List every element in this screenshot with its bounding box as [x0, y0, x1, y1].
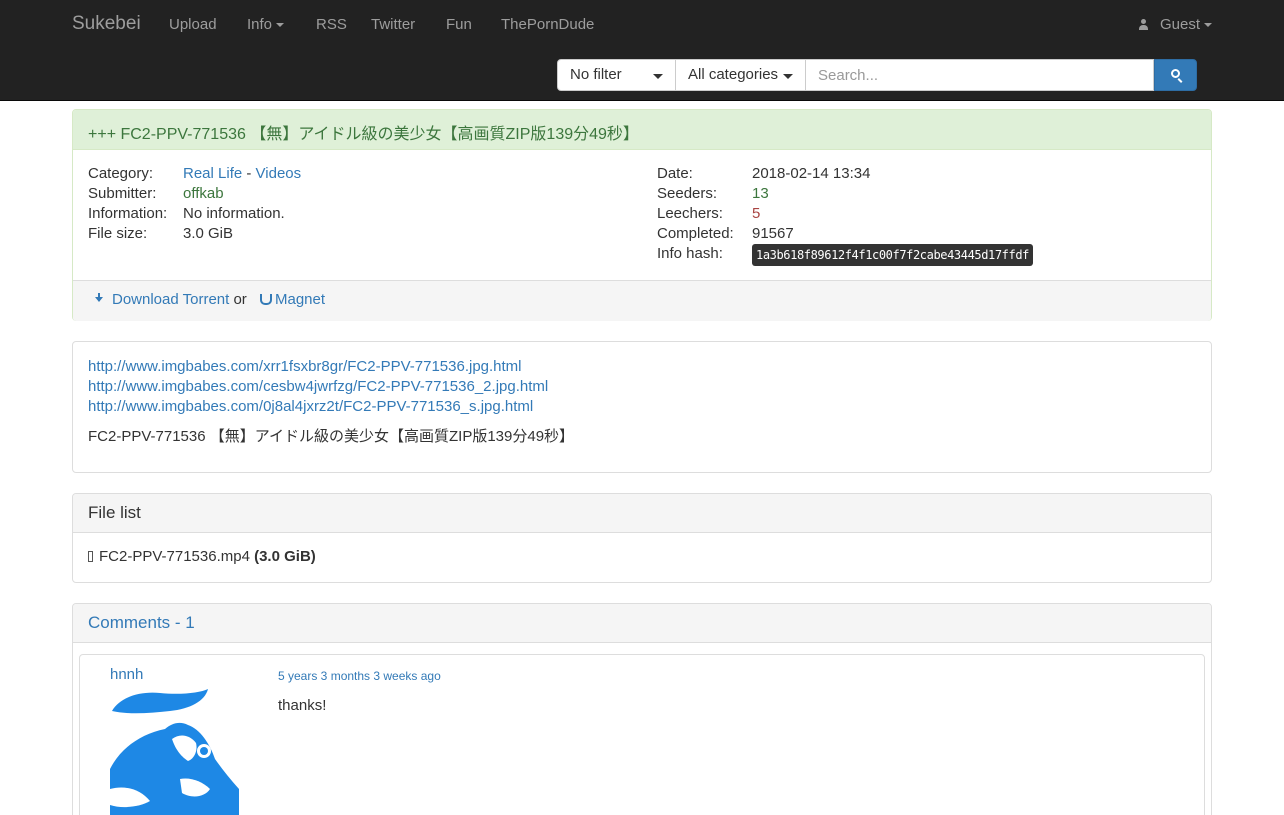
completed-value: 91567: [752, 225, 794, 242]
torrent-footer: Download Torrent or Magnet: [73, 280, 1211, 321]
info-hash-label: Info hash:: [657, 245, 723, 262]
search-form: No filter All categories: [557, 59, 1197, 91]
category-select-value: All categories: [688, 66, 779, 83]
search-icon: [1171, 69, 1180, 78]
description-link[interactable]: http://www.imgbabes.com/xrr1fsxbr8gr/FC2…: [88, 357, 1196, 377]
search-button[interactable]: [1154, 59, 1197, 91]
file-size-value: 3.0 GiB: [183, 225, 234, 242]
nav-info-label: Info: [247, 16, 273, 33]
comment-text: thanks!: [278, 697, 327, 714]
seeders-value: 13: [752, 185, 769, 202]
nav-theporndude[interactable]: ThePornDude: [501, 16, 594, 33]
category-separator: -: [246, 165, 252, 182]
caret-down-icon: [783, 74, 793, 79]
completed-label: Completed:: [657, 225, 734, 242]
user-icon: [1138, 19, 1148, 30]
information-value: No information.: [183, 205, 285, 222]
torrent-panel: +++ FC2-PPV-771536 【無】アイドル級の美少女【高画質ZIP版1…: [72, 109, 1212, 321]
date-label: Date:: [657, 165, 693, 182]
nav-twitter[interactable]: Twitter: [371, 16, 415, 33]
download-icon: [94, 293, 104, 305]
category-select[interactable]: All categories: [676, 59, 806, 91]
caret-down-icon: [1204, 23, 1212, 28]
leechers-label: Leechers:: [657, 205, 723, 222]
file-name: FC2-PPV-771536.mp4: [99, 548, 250, 565]
caret-down-icon: [276, 23, 285, 28]
magnet-link[interactable]: Magnet: [251, 291, 325, 308]
user-avatar: [110, 689, 239, 815]
comments-title[interactable]: Comments - 1: [73, 604, 1211, 643]
comment-user-link[interactable]: hnnh: [110, 666, 143, 683]
search-input[interactable]: [806, 59, 1154, 91]
filter-select[interactable]: No filter: [557, 59, 676, 91]
category-label: Category:: [88, 165, 154, 182]
filter-select-value: No filter: [570, 66, 622, 83]
file-list-item: FC2-PPV-771536.mp4 (3.0 GiB): [73, 533, 1211, 581]
file-size: (3.0 GiB): [254, 548, 316, 565]
comments-panel: Comments - 1 hnnh 5 years 3 months 3 wee…: [72, 603, 1212, 815]
magnet-icon: [259, 293, 272, 305]
torrent-details: Category: Real Life - Videos Submitter: …: [73, 150, 1211, 280]
nav-info-dropdown[interactable]: Info: [247, 16, 285, 33]
file-size-label: File size:: [88, 225, 148, 242]
nav-upload[interactable]: Upload: [169, 16, 217, 33]
info-hash-value[interactable]: 1a3b618f89612f4f1c00f7f2cabe43445d17ffdf: [752, 244, 1033, 266]
submitter-label: Submitter:: [88, 185, 157, 202]
nav-fun[interactable]: Fun: [446, 16, 472, 33]
comment: hnnh 5 years 3 months 3 weeks ago thanks…: [79, 654, 1205, 815]
description-link[interactable]: http://www.imgbabes.com/0j8al4jxrz2t/FC2…: [88, 397, 1196, 417]
category-main-link[interactable]: Real Life: [183, 165, 242, 182]
user-label: Guest: [1159, 16, 1200, 33]
file-icon: [88, 551, 93, 562]
information-label: Information:: [88, 205, 168, 222]
description-text: FC2-PPV-771536 【無】アイドル級の美少女【高画質ZIP版139分4…: [88, 428, 575, 445]
nav-rss[interactable]: RSS: [316, 16, 347, 33]
category-sub-link[interactable]: Videos: [256, 165, 302, 182]
seeders-label: Seeders:: [657, 185, 718, 202]
submitter-link[interactable]: offkab: [183, 185, 224, 202]
date-value: 2018-02-14 13:34: [752, 165, 871, 182]
user-dropdown[interactable]: Guest: [1138, 16, 1212, 33]
magnet-label: Magnet: [274, 291, 326, 308]
download-torrent-label: Download Torrent: [112, 291, 230, 308]
torrent-title: +++ FC2-PPV-771536 【無】アイドル級の美少女【高画質ZIP版1…: [73, 110, 1211, 150]
file-list-title: File list: [73, 494, 1211, 533]
description-panel: http://www.imgbabes.com/xrr1fsxbr8gr/FC2…: [72, 341, 1212, 473]
comment-date-link[interactable]: 5 years 3 months 3 weeks ago: [278, 669, 441, 683]
download-torrent-link[interactable]: Download Torrent: [88, 291, 229, 308]
caret-down-icon: [653, 74, 663, 79]
brand-link[interactable]: Sukebei: [72, 13, 141, 35]
description-link[interactable]: http://www.imgbabes.com/cesbw4jwrfzg/FC2…: [88, 377, 1196, 397]
category-value: Real Life - Videos: [183, 165, 301, 182]
file-list-panel: File list FC2-PPV-771536.mp4 (3.0 GiB): [72, 493, 1212, 583]
or-text: or: [233, 291, 247, 308]
navbar: Sukebei Upload Info RSS Twitter Fun TheP…: [0, 0, 1284, 101]
leechers-value: 5: [752, 205, 761, 222]
